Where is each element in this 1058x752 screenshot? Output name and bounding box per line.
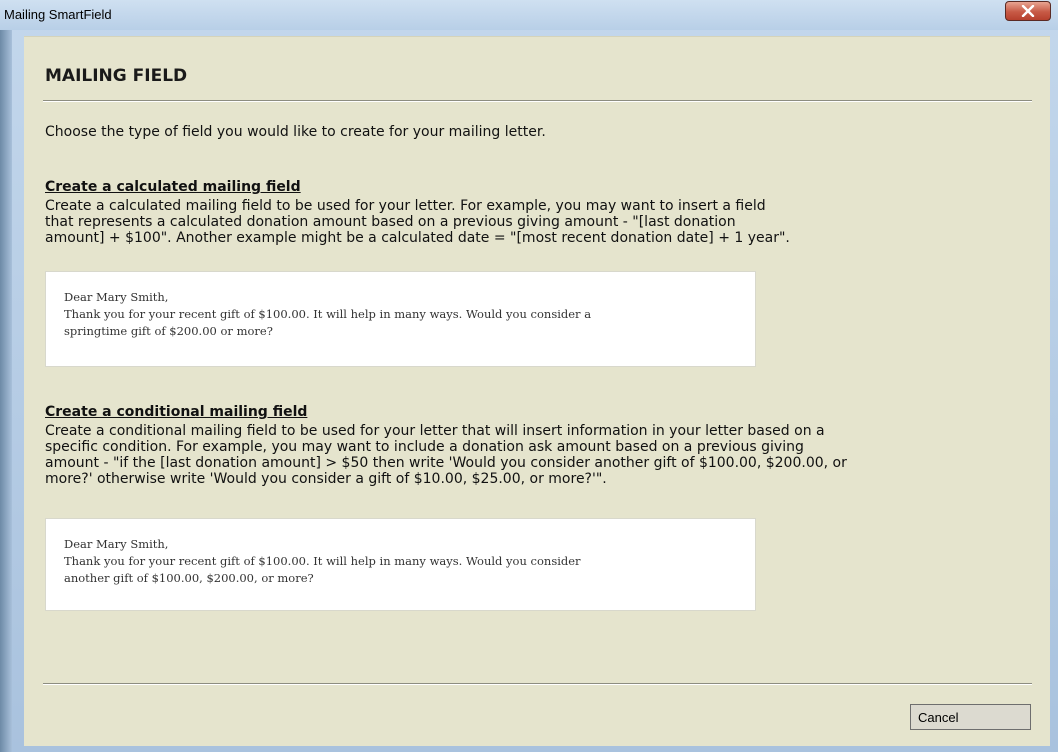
example-line: Dear Mary Smith, — [64, 290, 169, 304]
example-line: springtime gift of $200.00 or more? — [64, 324, 273, 338]
description-line: amount - "if the [last donation amount] … — [45, 455, 847, 471]
description-line: amount] + $100". Another example might b… — [45, 230, 790, 246]
create-conditional-field-link[interactable]: Create a conditional mailing field — [45, 404, 307, 420]
page-title: MAILING FIELD — [45, 66, 188, 86]
conditional-field-description: Create a conditional mailing field to be… — [45, 423, 1035, 487]
example-line: another gift of $100.00, $200.00, or mor… — [64, 571, 314, 585]
dialog-content: MAILING FIELD Choose the type of field y… — [24, 36, 1050, 746]
example-line: Thank you for your recent gift of $100.0… — [64, 307, 592, 321]
footer-divider — [43, 683, 1032, 685]
calculated-field-description: Create a calculated mailing field to be … — [45, 198, 1035, 246]
cancel-button[interactable]: Cancel — [910, 704, 1031, 730]
description-line: specific condition. For example, you may… — [45, 439, 804, 455]
calculated-field-example: Dear Mary Smith, Thank you for your rece… — [45, 271, 756, 367]
heading-divider — [43, 100, 1032, 102]
window-title: Mailing SmartField — [4, 7, 112, 22]
conditional-field-example: Dear Mary Smith, Thank you for your rece… — [45, 518, 756, 611]
dialog-window: Mailing SmartField MAILING FIELD Choose … — [0, 0, 1058, 752]
example-line: Thank you for your recent gift of $100.0… — [64, 554, 581, 568]
description-line: Create a conditional mailing field to be… — [45, 423, 825, 439]
description-line: Create a calculated mailing field to be … — [45, 198, 766, 214]
intro-text: Choose the type of field you would like … — [45, 124, 546, 140]
create-calculated-field-link[interactable]: Create a calculated mailing field — [45, 179, 301, 195]
title-bar[interactable]: Mailing SmartField — [0, 0, 1058, 30]
close-icon — [1021, 5, 1035, 17]
description-line: that represents a calculated donation am… — [45, 214, 736, 230]
example-line: Dear Mary Smith, — [64, 537, 169, 551]
description-line: more?' otherwise write 'Would you consid… — [45, 471, 607, 487]
window-frame-edge — [0, 30, 12, 752]
close-button[interactable] — [1005, 1, 1051, 21]
